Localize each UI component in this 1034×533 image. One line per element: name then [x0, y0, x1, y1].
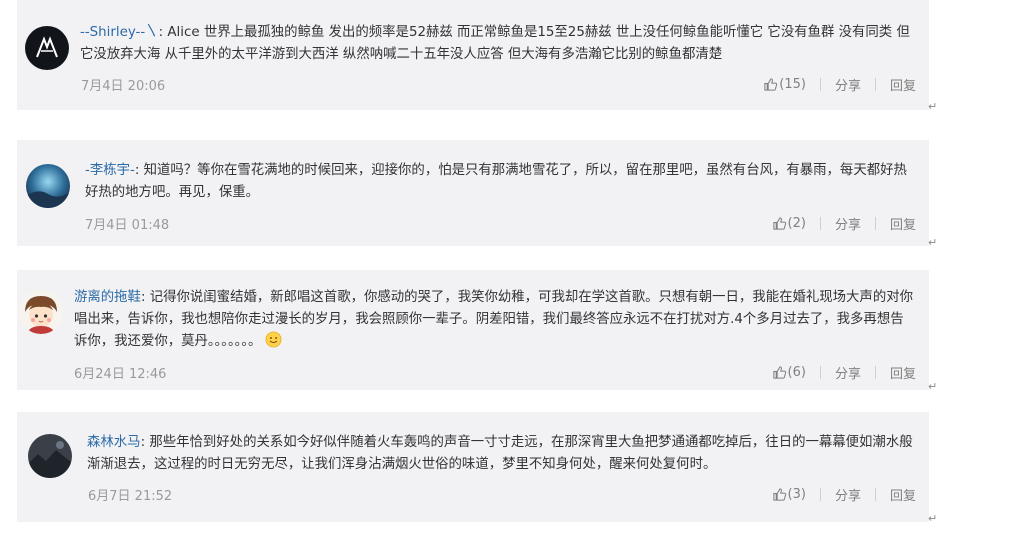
comment-body: 游离的拖鞋: 记得你说闺蜜结婚，新郎唱这首歌，你感动的哭了，我笑你幼稚，可我却在…	[74, 287, 916, 353]
username-colon: :	[134, 163, 140, 178]
comment-body: 森林水马: 那些年恰到好处的关系如今好似伴随着火车轰鸣的声音一寸寸走远，在那深宵…	[87, 432, 917, 476]
comment-time: 7月4日 01:48	[85, 218, 170, 233]
comment-time: 6月7日 21:52	[88, 489, 173, 504]
comment-actions: (2) 分享 回复	[772, 214, 916, 233]
comment-text: Alice 世界上最孤独的鲸鱼 发出的频率是52赫兹 而正常鲸鱼是15至25赫兹…	[80, 25, 910, 62]
username-colon: :	[158, 25, 164, 40]
avatar[interactable]	[28, 434, 72, 478]
comment-text: 知道吗？等你在雪花满地的时候回来，迎接你的，怕是只有那满地雪花了，所以，留在那里…	[85, 163, 907, 200]
comment-body: -李栋宇-: 知道吗？等你在雪花满地的时候回来，迎接你的，怕是只有那满地雪花了，…	[85, 160, 917, 204]
night-sky-avatar-icon	[26, 164, 70, 208]
smile-emoji-icon	[266, 331, 282, 348]
comment-body: --Shirley--〵: Alice 世界上最孤独的鲸鱼 发出的频率是52赫兹…	[80, 22, 918, 66]
avatar[interactable]	[19, 290, 63, 334]
share-button[interactable]: 分享	[835, 75, 861, 94]
comment-username[interactable]: -李栋宇-	[85, 163, 135, 178]
username-colon: :	[140, 290, 146, 305]
comment-actions: (3) 分享 回复	[772, 485, 916, 504]
paragraph-mark: ↵	[928, 236, 938, 249]
like-icon	[772, 488, 786, 501]
divider	[819, 78, 821, 91]
comment-list: --Shirley--〵: Alice 世界上最孤独的鲸鱼 发出的频率是52赫兹…	[0, 0, 1034, 533]
like-icon	[772, 217, 786, 230]
divider	[819, 488, 821, 501]
like-icon	[764, 78, 778, 91]
comment-card: 森林水马: 那些年恰到好处的关系如今好似伴随着火车轰鸣的声音一寸寸走远，在那深宵…	[17, 412, 929, 522]
reply-button[interactable]: 回复	[890, 214, 916, 233]
like-button[interactable]: (6)	[772, 365, 806, 380]
comment-text: 那些年恰到好处的关系如今好似伴随着火车轰鸣的声音一寸寸走远，在那深宵里大鱼把梦通…	[87, 435, 913, 472]
comment-username[interactable]: 森林水马	[87, 435, 141, 450]
like-button[interactable]: (2)	[772, 216, 806, 231]
comment-username[interactable]: 游离的拖鞋	[74, 290, 141, 305]
reply-button[interactable]: 回复	[890, 75, 916, 94]
comment-time: 6月24日 12:46	[74, 367, 167, 382]
comment-text: 记得你说闺蜜结婚，新郎唱这首歌，你感动的哭了，我笑你幼稚，可我却在学这首歌。只想…	[74, 290, 913, 349]
dark-landscape-avatar-icon	[28, 434, 72, 478]
paragraph-mark: ↵	[928, 380, 938, 393]
avatar[interactable]	[26, 164, 70, 208]
comment-actions: (15) 分享 回复	[763, 75, 916, 94]
divider	[874, 488, 876, 501]
like-button[interactable]: (15)	[763, 77, 806, 92]
like-icon	[772, 366, 786, 379]
share-button[interactable]: 分享	[835, 485, 861, 504]
paragraph-mark: ↵	[928, 512, 938, 525]
username-colon: :	[140, 435, 146, 450]
divider	[874, 366, 876, 379]
like-count: (6)	[787, 365, 806, 380]
comment-username[interactable]: --Shirley--〵	[80, 25, 159, 40]
like-count: (15)	[779, 77, 806, 92]
divider	[874, 78, 876, 91]
alan-walker-logo-icon	[25, 26, 69, 70]
reply-button[interactable]: 回复	[890, 363, 916, 382]
divider	[819, 366, 821, 379]
like-count: (3)	[787, 487, 806, 502]
like-button[interactable]: (3)	[772, 487, 806, 502]
comment-card: 游离的拖鞋: 记得你说闺蜜结婚，新郎唱这首歌，你感动的哭了，我笑你幼稚，可我却在…	[17, 270, 929, 390]
divider	[819, 217, 821, 230]
paragraph-mark: ↵	[928, 100, 938, 113]
divider	[874, 217, 876, 230]
share-button[interactable]: 分享	[835, 214, 861, 233]
cartoon-boy-avatar-icon	[19, 290, 63, 334]
comment-card: -李栋宇-: 知道吗？等你在雪花满地的时候回来，迎接你的，怕是只有那满地雪花了，…	[17, 140, 929, 246]
reply-button[interactable]: 回复	[890, 485, 916, 504]
comment-time: 7月4日 20:06	[81, 79, 166, 94]
like-count: (2)	[787, 216, 806, 231]
avatar[interactable]	[25, 26, 69, 70]
comment-actions: (6) 分享 回复	[772, 363, 916, 382]
share-button[interactable]: 分享	[835, 363, 861, 382]
comment-card: --Shirley--〵: Alice 世界上最孤独的鲸鱼 发出的频率是52赫兹…	[17, 0, 929, 110]
